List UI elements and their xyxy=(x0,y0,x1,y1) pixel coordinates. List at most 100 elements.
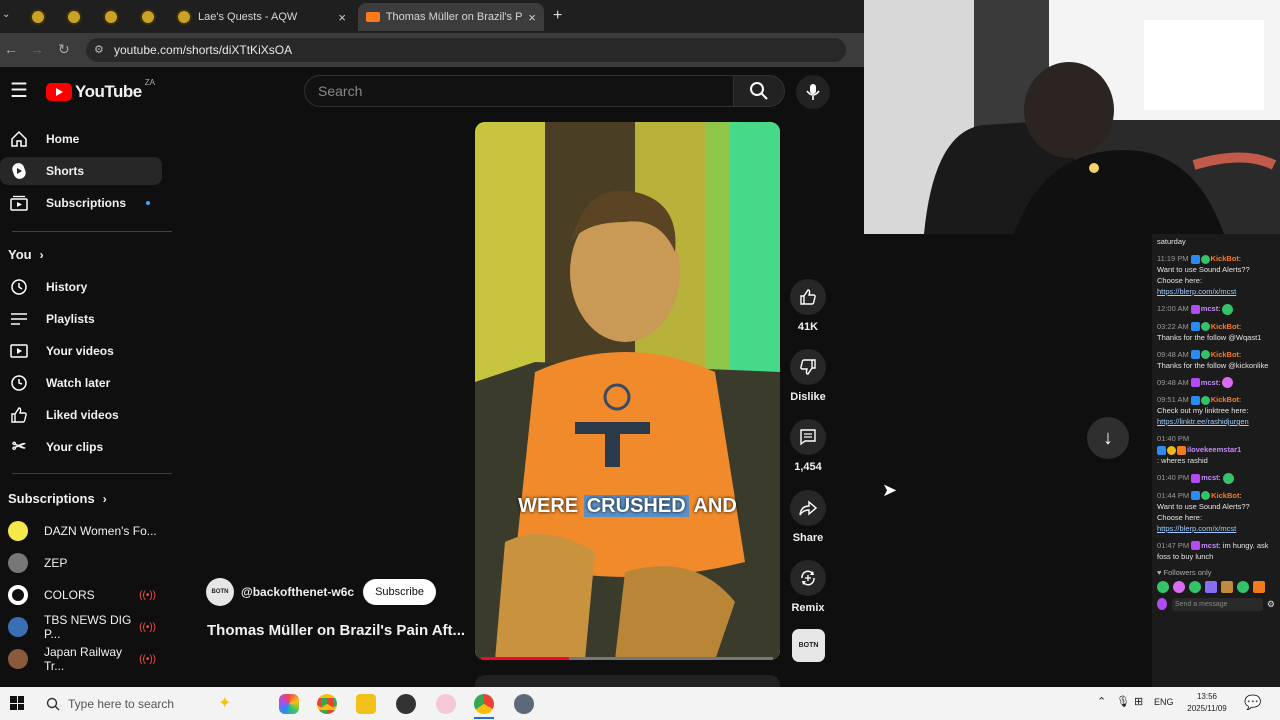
badge-icon xyxy=(1191,473,1201,483)
chat-link[interactable]: https://linktr.ee/rashidjurgen xyxy=(1157,417,1249,426)
live-indicator-icon: ((•)) xyxy=(139,589,156,601)
address-bar[interactable]: ⚙ youtube.com/shorts/diXTtKiXsOA xyxy=(86,38,846,62)
language-indicator[interactable]: ENG xyxy=(1154,697,1174,707)
browser-tab[interactable] xyxy=(22,3,56,31)
browser-tab[interactable] xyxy=(95,3,129,31)
subscription-item[interactable]: COLORS ((•)) xyxy=(0,581,162,609)
new-tab-button[interactable]: + xyxy=(553,7,562,25)
close-tab-icon[interactable]: × xyxy=(338,10,346,25)
sidebar-item-playlists[interactable]: Playlists xyxy=(0,305,162,333)
network-icon[interactable]: ⊞ xyxy=(1134,695,1143,708)
app-icon[interactable] xyxy=(436,694,456,714)
windows-start-icon[interactable] xyxy=(10,696,24,710)
channel-avatar[interactable]: BOTN xyxy=(206,578,234,606)
sidebar-item-your-clips[interactable]: ✂ Your clips xyxy=(0,433,162,461)
subscribe-button[interactable]: Subscribe xyxy=(363,579,436,605)
search-button[interactable] xyxy=(733,75,785,107)
microphone-icon[interactable]: 🎙 xyxy=(1116,695,1130,708)
comments-button[interactable]: 1,454 xyxy=(790,419,826,473)
chat-username[interactable]: ilovekeemstar1 xyxy=(1187,445,1241,454)
browser-tab[interactable] xyxy=(58,3,92,31)
chevron-up-icon[interactable]: ⌃ xyxy=(1097,695,1106,708)
emote-icon[interactable] xyxy=(1253,580,1265,593)
sidebar-item-shorts[interactable]: Shorts xyxy=(0,157,162,185)
obs-icon[interactable] xyxy=(396,694,416,714)
search-input[interactable]: Search xyxy=(304,75,734,107)
share-button[interactable]: Share xyxy=(790,490,826,544)
subscription-label: ZEP xyxy=(44,556,68,570)
notifications-icon[interactable]: 💬 xyxy=(1244,694,1261,711)
video-progress-bar[interactable] xyxy=(481,657,773,660)
sparkle-icon[interactable]: ✦ xyxy=(218,693,231,713)
clock[interactable]: 13:56 2025/11/09 xyxy=(1183,691,1231,715)
chat-input[interactable]: Send a message xyxy=(1172,597,1263,611)
scroll-down-arrow-icon[interactable]: ↓ xyxy=(1087,417,1129,459)
close-tab-icon[interactable]: × xyxy=(528,10,536,25)
short-title[interactable]: Thomas Müller on Brazil's Pain Aft... xyxy=(207,622,469,639)
subscription-item[interactable]: Japan Railway Tr... ((•)) xyxy=(0,645,162,673)
back-arrow-icon[interactable]: ← xyxy=(4,41,18,57)
short-video-player[interactable]: WERE CRUSHED AND xyxy=(475,122,780,660)
sidebar-item-home[interactable]: Home xyxy=(0,125,162,153)
browser-tab-aqw[interactable]: Lae's Quests - AQW × xyxy=(168,3,354,31)
subscription-item[interactable]: ZEP xyxy=(0,549,162,577)
app-icon[interactable] xyxy=(514,694,534,714)
browser-tab-active[interactable]: Thomas Müller on Brazil's P × xyxy=(358,3,544,31)
emote-icon[interactable] xyxy=(1221,580,1233,593)
sidebar-item-liked-videos[interactable]: Liked videos xyxy=(0,401,162,429)
emote-icon[interactable] xyxy=(1173,580,1185,593)
subscription-item[interactable]: DAZN Women's Fo... xyxy=(0,517,162,545)
menu-icon[interactable]: ☰ xyxy=(10,81,28,101)
chat-username[interactable]: mcst xyxy=(1201,473,1219,482)
browser-tab[interactable] xyxy=(132,3,166,31)
subscription-label: TBS NEWS DIG P... xyxy=(44,613,132,641)
chat-username[interactable]: mcst xyxy=(1201,304,1219,313)
chat-time: 01:40 PM xyxy=(1157,434,1190,444)
sidebar-item-subscriptions[interactable]: Subscriptions xyxy=(0,189,162,217)
chat-username[interactable]: KickBot xyxy=(1211,350,1239,359)
forward-arrow-icon[interactable]: → xyxy=(30,41,44,57)
file-explorer-icon[interactable] xyxy=(356,694,376,714)
chat-link[interactable]: https://blerp.com/x/mcst xyxy=(1157,524,1236,533)
subscription-item[interactable]: TBS NEWS DIG P... ((•)) xyxy=(0,613,162,641)
site-info-icon[interactable]: ⚙ xyxy=(94,43,104,56)
new-content-dot xyxy=(146,201,150,205)
emote-icon[interactable] xyxy=(1237,580,1249,593)
chat-username[interactable]: KickBot xyxy=(1211,395,1239,404)
you-section-header[interactable]: You › xyxy=(8,247,44,262)
chat-username[interactable]: KickBot xyxy=(1211,254,1239,263)
chat-text: Thanks for the follow @Wqast1 xyxy=(1157,332,1262,342)
webcam-overlay xyxy=(864,0,1280,234)
emote-icon[interactable] xyxy=(1189,580,1201,593)
url-text: youtube.com/shorts/diXTtKiXsOA xyxy=(114,43,293,57)
copilot-icon[interactable] xyxy=(279,694,299,714)
voice-search-button[interactable] xyxy=(796,75,830,109)
channel-avatar-thumbnail[interactable]: BOTN xyxy=(792,629,825,662)
next-short-preview[interactable] xyxy=(475,675,780,687)
channel-avatar xyxy=(8,521,28,541)
sidebar-item-watch-later[interactable]: Watch later xyxy=(0,369,162,397)
subscriptions-section-header[interactable]: Subscriptions › xyxy=(8,491,107,506)
channel-handle[interactable]: @backofthenet-w6c xyxy=(241,585,354,599)
youtube-logo[interactable]: YouTube ZA xyxy=(46,78,155,102)
sidebar-item-history[interactable]: History xyxy=(0,273,162,301)
badge-icon xyxy=(1167,445,1176,455)
reload-icon[interactable]: ↻ xyxy=(58,41,70,58)
chrome-icon[interactable] xyxy=(317,694,337,714)
user-badge-icon xyxy=(1157,598,1167,611)
emote-icon xyxy=(1222,377,1234,389)
dislike-button[interactable]: Dislike xyxy=(790,349,826,403)
chrome-icon[interactable] xyxy=(474,694,494,714)
chat-username[interactable]: KickBot xyxy=(1211,322,1239,331)
remix-button[interactable]: Remix xyxy=(790,560,826,614)
chat-link[interactable]: https://blerp.com/x/mcst xyxy=(1157,287,1236,296)
emote-icon[interactable] xyxy=(1205,580,1217,593)
chat-username[interactable]: mcst xyxy=(1201,541,1219,550)
like-button[interactable]: 41K xyxy=(790,279,826,333)
chat-username[interactable]: KickBot xyxy=(1211,491,1239,500)
sidebar-item-your-videos[interactable]: Your videos xyxy=(0,337,162,365)
tab-search-chevron-icon[interactable]: ⌄ xyxy=(2,9,10,20)
chat-settings-icon[interactable]: ⚙ xyxy=(1267,599,1275,610)
chat-username[interactable]: mcst xyxy=(1201,378,1219,387)
emote-icon[interactable] xyxy=(1157,580,1169,593)
